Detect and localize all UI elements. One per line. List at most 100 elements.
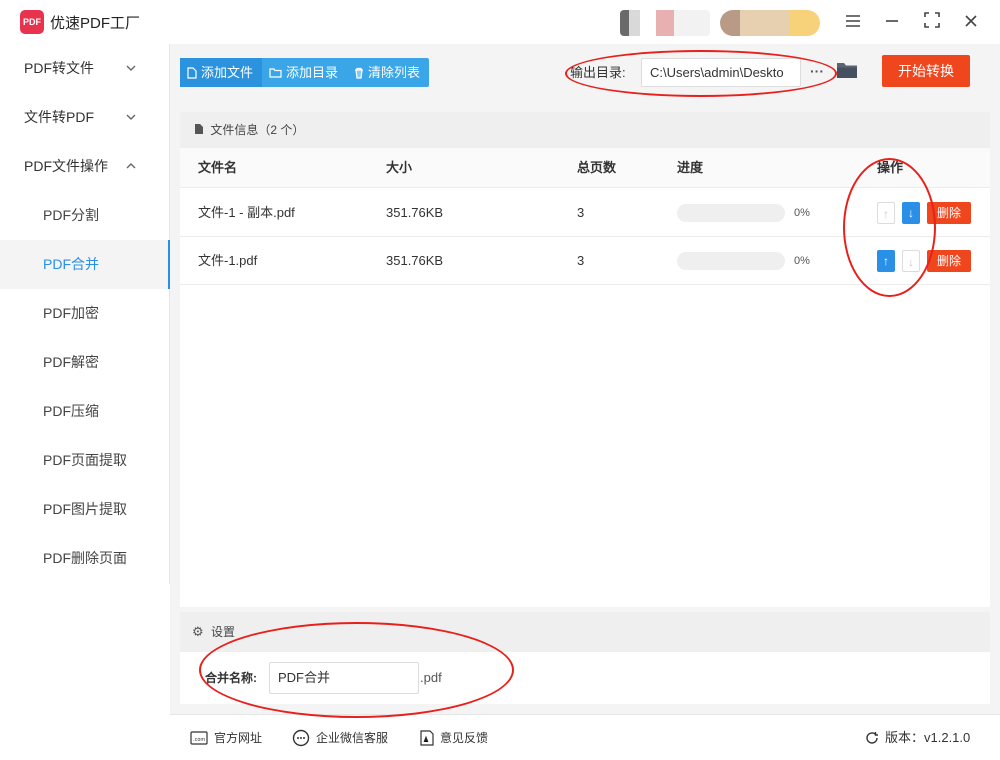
- gear-icon: ⚙: [192, 624, 204, 639]
- sidebar-item-label: PDF删除页面: [43, 550, 127, 566]
- website-label: 官方网址: [214, 731, 263, 745]
- sidebar-item-label: PDF转文件: [24, 60, 94, 76]
- add-folder-label: 添加目录: [286, 65, 339, 80]
- chevron-down-icon: [126, 114, 136, 120]
- delete-button[interactable]: 删除: [927, 250, 971, 272]
- main-area: 添加文件 添加目录 清除列表 输出目录: C:\Users\admin\Desk…: [170, 44, 1000, 760]
- progress-percent: 0%: [794, 255, 810, 267]
- footer: .com 官方网址 企业微信客服 意见反馈 版本：v1.2.1.0: [170, 714, 1000, 760]
- move-down-button[interactable]: ↓: [902, 202, 920, 224]
- arrow-up-icon: ↑: [883, 207, 889, 221]
- clear-list-label: 清除列表: [368, 65, 421, 80]
- feedback-icon: [420, 730, 434, 746]
- add-folder-button[interactable]: 添加目录: [262, 58, 347, 87]
- user-avatar[interactable]: [620, 10, 710, 36]
- sidebar-item-label: PDF图片提取: [43, 501, 127, 517]
- sidebar-item-pdf-compress[interactable]: PDF压缩: [0, 387, 170, 436]
- feedback-link[interactable]: 意见反馈: [420, 715, 488, 760]
- chat-icon: [292, 729, 310, 747]
- version-info: 版本：v1.2.1.0: [865, 715, 970, 760]
- website-icon: .com: [190, 731, 208, 745]
- version-label: 版本：v1.2.1.0: [885, 730, 971, 745]
- move-up-button[interactable]: ↑: [877, 202, 895, 224]
- close-icon[interactable]: [959, 10, 983, 34]
- start-convert-button[interactable]: 开始转换: [882, 55, 970, 87]
- sidebar-item-label: PDF合并: [43, 256, 99, 272]
- column-header-actions: 操作: [877, 160, 904, 175]
- progress-bar: [677, 252, 785, 270]
- arrow-down-icon: ↓: [908, 255, 914, 269]
- column-header-pages: 总页数: [577, 160, 617, 175]
- delete-button[interactable]: 删除: [927, 202, 971, 224]
- file-pages: 3: [577, 253, 585, 268]
- app-logo: PDF: [20, 10, 44, 34]
- sidebar-item-label: PDF加密: [43, 305, 99, 321]
- sidebar-item-pdf-delete-pages[interactable]: PDF删除页面: [0, 534, 170, 583]
- move-up-button[interactable]: ↑: [877, 250, 895, 272]
- progress-percent: 0%: [794, 207, 810, 219]
- user-name[interactable]: [720, 10, 820, 36]
- file-icon: [187, 66, 197, 79]
- table-row: 文件-1.pdf 351.76KB 3 0% ↑ ↓ 删除: [180, 237, 990, 285]
- sidebar-item-label: PDF文件操作: [24, 158, 108, 174]
- column-header-size: 大小: [386, 160, 413, 175]
- open-folder-icon[interactable]: [836, 61, 860, 83]
- column-header-progress: 进度: [677, 160, 704, 175]
- chevron-up-icon: [126, 163, 136, 169]
- chevron-down-icon: [126, 65, 136, 71]
- refresh-icon: [866, 732, 878, 744]
- sidebar-item-pdf-image-extract[interactable]: PDF图片提取: [0, 485, 170, 534]
- sidebar-item-pdf-encrypt[interactable]: PDF加密: [0, 289, 170, 338]
- file-size: 351.76KB: [386, 205, 444, 220]
- sidebar: PDF转文件 文件转PDF PDF文件操作 PDF分割 PDF合并 PDF加密 …: [0, 44, 170, 584]
- sidebar-item-file-to-pdf[interactable]: 文件转PDF: [0, 93, 170, 142]
- menu-icon[interactable]: [841, 10, 865, 34]
- add-file-label: 添加文件: [201, 65, 254, 80]
- settings-panel: ⚙ 设置 合并名称: PDF合并 .pdf: [180, 612, 990, 704]
- website-link[interactable]: .com 官方网址: [190, 715, 262, 760]
- column-header-filename: 文件名: [198, 160, 238, 175]
- file-list-panel: 文件信息（2 个） 文件名 大小 总页数 进度 操作 文件-1 - 副本.pdf…: [180, 112, 990, 607]
- sidebar-item-pdf-to-file[interactable]: PDF转文件: [0, 44, 170, 93]
- toolbar: 添加文件 添加目录 清除列表 输出目录: C:\Users\admin\Desk…: [170, 44, 1000, 102]
- arrow-up-icon: ↑: [883, 254, 889, 268]
- file-name: 文件-1.pdf: [198, 253, 258, 268]
- sidebar-item-pdf-split[interactable]: PDF分割: [0, 191, 170, 240]
- clear-list-button[interactable]: 清除列表: [347, 58, 429, 87]
- settings-title: 设置: [211, 625, 236, 639]
- feedback-label: 意见反馈: [440, 731, 489, 745]
- sidebar-item-pdf-page-extract[interactable]: PDF页面提取: [0, 436, 170, 485]
- output-dir-input[interactable]: C:\Users\admin\Deskto: [641, 58, 801, 87]
- sidebar-item-label: PDF压缩: [43, 403, 99, 419]
- merge-name-input[interactable]: PDF合并: [269, 662, 419, 694]
- file-info-header: 文件信息（2 个）: [180, 112, 990, 148]
- wechat-service-label: 企业微信客服: [316, 731, 389, 745]
- merge-name-label: 合并名称:: [205, 671, 257, 685]
- file-size: 351.76KB: [386, 253, 444, 268]
- output-dir-label: 输出目录:: [570, 65, 626, 80]
- add-file-button[interactable]: 添加文件: [180, 58, 263, 87]
- sidebar-item-pdf-merge[interactable]: PDF合并: [0, 240, 170, 289]
- file-pages: 3: [577, 205, 585, 220]
- sidebar-item-pdf-operations[interactable]: PDF文件操作: [0, 142, 170, 191]
- title-bar: PDF 优速PDF工厂: [0, 0, 1000, 44]
- wechat-service-link[interactable]: 企业微信客服: [292, 715, 388, 760]
- table-row: 文件-1 - 副本.pdf 351.76KB 3 0% ↑ ↓ 删除: [180, 189, 990, 237]
- browse-more-button[interactable]: ···: [806, 58, 828, 87]
- settings-header: ⚙ 设置: [180, 612, 990, 652]
- sidebar-item-label: PDF解密: [43, 354, 99, 370]
- arrow-down-icon: ↓: [908, 206, 914, 220]
- table-header: 文件名 大小 总页数 进度 操作: [180, 148, 990, 188]
- sidebar-item-label: PDF页面提取: [43, 452, 127, 468]
- svg-text:.com: .com: [193, 737, 205, 743]
- move-down-button[interactable]: ↓: [902, 250, 920, 272]
- app-title: 优速PDF工厂: [50, 15, 141, 32]
- folder-icon: [269, 68, 282, 78]
- document-icon: [195, 124, 203, 134]
- trash-icon: [355, 67, 364, 79]
- sidebar-item-pdf-decrypt[interactable]: PDF解密: [0, 338, 170, 387]
- maximize-icon[interactable]: [920, 10, 944, 34]
- minimize-icon[interactable]: [880, 10, 904, 34]
- merge-name-extension: .pdf: [420, 670, 442, 685]
- file-button-group: 添加文件 添加目录 清除列表: [180, 58, 430, 87]
